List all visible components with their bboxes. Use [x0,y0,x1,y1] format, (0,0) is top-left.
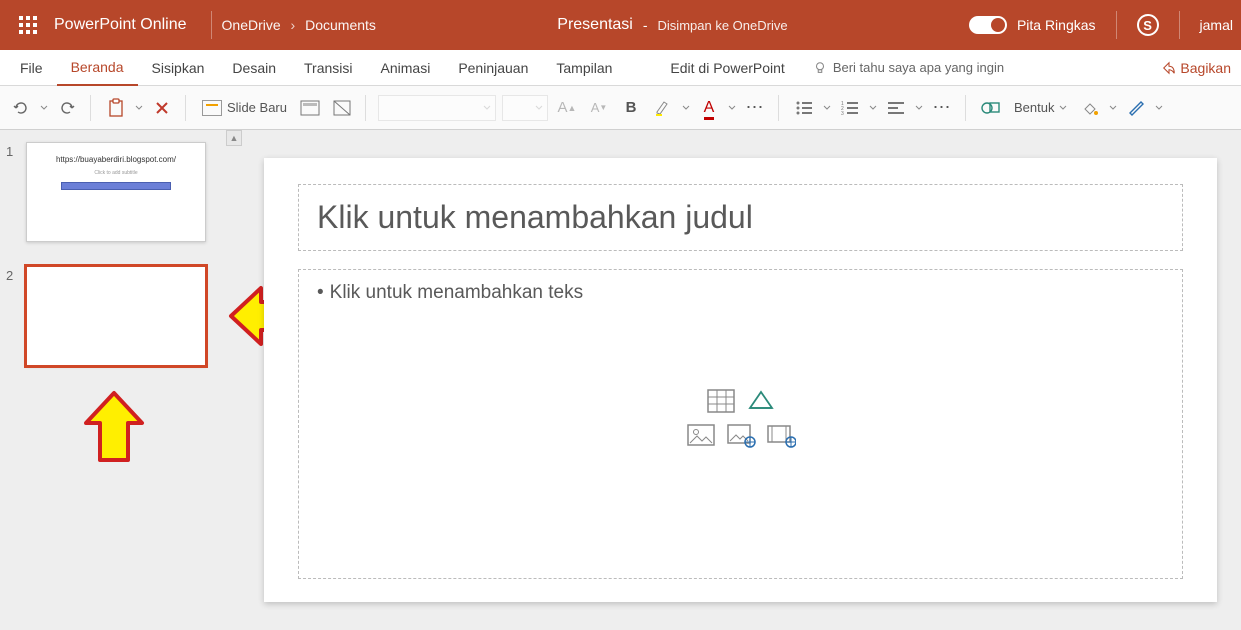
shape-fill-button[interactable] [1077,95,1103,121]
chevron-down-icon[interactable] [1155,104,1163,112]
tab-home[interactable]: Beranda [57,50,138,86]
thumb-title: https://buayaberdiri.blogspot.com/ [27,155,205,164]
highlight-button[interactable] [650,95,676,121]
skype-icon[interactable]: S [1137,14,1159,36]
separator [1116,11,1117,39]
shapes-button[interactable]: Bentuk [1010,95,1071,121]
slide-number: 2 [6,266,18,283]
align-button[interactable] [883,95,909,121]
ribbon-tabs: File Beranda Sisipkan Desain Transisi An… [0,50,1241,86]
content-insert-icons [686,388,796,448]
section-button[interactable] [329,95,355,121]
workspace: ▲ 1 https://buayaberdiri.blogspot.com/ C… [0,130,1241,630]
breadcrumb[interactable]: OneDrive › Documents [222,17,376,33]
simplified-ribbon-toggle[interactable] [969,16,1007,34]
slide-number: 1 [6,142,18,159]
tab-file[interactable]: File [6,50,57,86]
increase-font-icon[interactable]: A▲ [554,95,580,121]
new-slide-button[interactable]: Slide Baru [198,95,291,121]
insert-picture-icon[interactable] [686,422,716,448]
thumb-subtitle: Click to add subtitle [27,170,205,176]
app-launcher-icon[interactable] [8,5,48,45]
slide-thumbnail-1[interactable]: 1 https://buayaberdiri.blogspot.com/ Cli… [6,142,230,242]
tab-design[interactable]: Desain [218,50,290,86]
svg-text:3: 3 [841,111,844,116]
edit-in-desktop[interactable]: Edit di PowerPoint [656,50,798,86]
slide-editor: Klik untuk menambahkan judul Klik untuk … [240,130,1241,630]
thumbnail[interactable]: https://buayaberdiri.blogspot.com/ Click… [26,142,206,242]
more-paragraph-options[interactable]: ⋯ [929,95,955,121]
numbering-button[interactable]: 123 [837,95,863,121]
chevron-right-icon: › [291,17,296,33]
lightbulb-icon [813,61,827,75]
tab-transitions[interactable]: Transisi [290,50,367,86]
shapes-icon[interactable] [978,95,1004,121]
tab-view[interactable]: Tampilan [542,50,626,86]
chevron-down-icon[interactable] [915,104,923,112]
header-right: Pita Ringkas S jamal [969,11,1233,39]
chevron-down-icon[interactable] [869,104,877,112]
annotation-arrow-up [78,388,150,468]
separator [1179,11,1180,39]
share-button[interactable]: Bagikan [1162,60,1231,76]
paste-button[interactable] [103,95,129,121]
new-slide-icon [202,100,222,116]
bold-button[interactable]: B [618,95,644,121]
insert-video-icon[interactable] [766,422,796,448]
shape-outline-button[interactable] [1123,95,1149,121]
chevron-down-icon[interactable] [1109,104,1117,112]
toggle-label: Pita Ringkas [1017,17,1096,33]
ribbon-commands: Slide Baru A▲ A▼ B A ⋯ 123 ⋯ Bentuk [0,86,1241,130]
breadcrumb-folder[interactable]: Documents [305,17,376,33]
delete-button[interactable] [149,95,175,121]
breadcrumb-root[interactable]: OneDrive [222,17,281,33]
layout-button[interactable] [297,95,323,121]
body-placeholder-text: Klik untuk menambahkan teks [317,282,1164,304]
content-placeholder[interactable]: Klik untuk menambahkan teks [298,269,1183,579]
share-icon [1162,61,1176,75]
more-font-options[interactable]: ⋯ [742,95,768,121]
insert-table-icon[interactable] [706,388,736,414]
title-bar: PowerPoint Online OneDrive › Documents P… [0,0,1241,50]
chevron-down-icon[interactable] [682,104,690,112]
tell-me-search[interactable]: Beri tahu saya apa yang ingin [799,50,1018,86]
slide-thumbnail-2[interactable]: 2 [6,266,230,366]
tab-review[interactable]: Peninjauan [444,50,542,86]
slide-thumbnails-panel: ▲ 1 https://buayaberdiri.blogspot.com/ C… [0,130,240,630]
document-title-area: Presentasi - Disimpan ke OneDrive [376,16,969,34]
font-size-select[interactable] [502,95,548,121]
tab-insert[interactable]: Sisipkan [138,50,219,86]
save-status: Disimpan ke OneDrive [658,18,788,33]
redo-button[interactable] [54,95,80,121]
app-name: PowerPoint Online [54,16,187,34]
thumb-shape [61,182,171,190]
tab-animations[interactable]: Animasi [367,50,445,86]
insert-online-picture-icon[interactable] [726,422,756,448]
thumbnail-selected[interactable] [26,266,206,366]
user-name[interactable]: jamal [1200,17,1233,33]
bullets-button[interactable] [791,95,817,121]
chevron-down-icon[interactable] [135,104,143,112]
document-name[interactable]: Presentasi [557,16,633,34]
undo-button[interactable] [8,95,34,121]
slide-canvas[interactable]: Klik untuk menambahkan judul Klik untuk … [264,158,1217,602]
chevron-down-icon [1059,104,1067,112]
insert-smartart-icon[interactable] [746,388,776,414]
separator [211,11,212,39]
decrease-font-icon[interactable]: A▼ [586,95,612,121]
title-placeholder[interactable]: Klik untuk menambahkan judul [298,184,1183,251]
font-color-button[interactable]: A [696,95,722,121]
chevron-down-icon[interactable] [823,104,831,112]
chevron-down-icon[interactable] [728,104,736,112]
chevron-down-icon[interactable] [40,104,48,112]
font-family-select[interactable] [378,95,496,121]
dash: - [643,17,648,33]
